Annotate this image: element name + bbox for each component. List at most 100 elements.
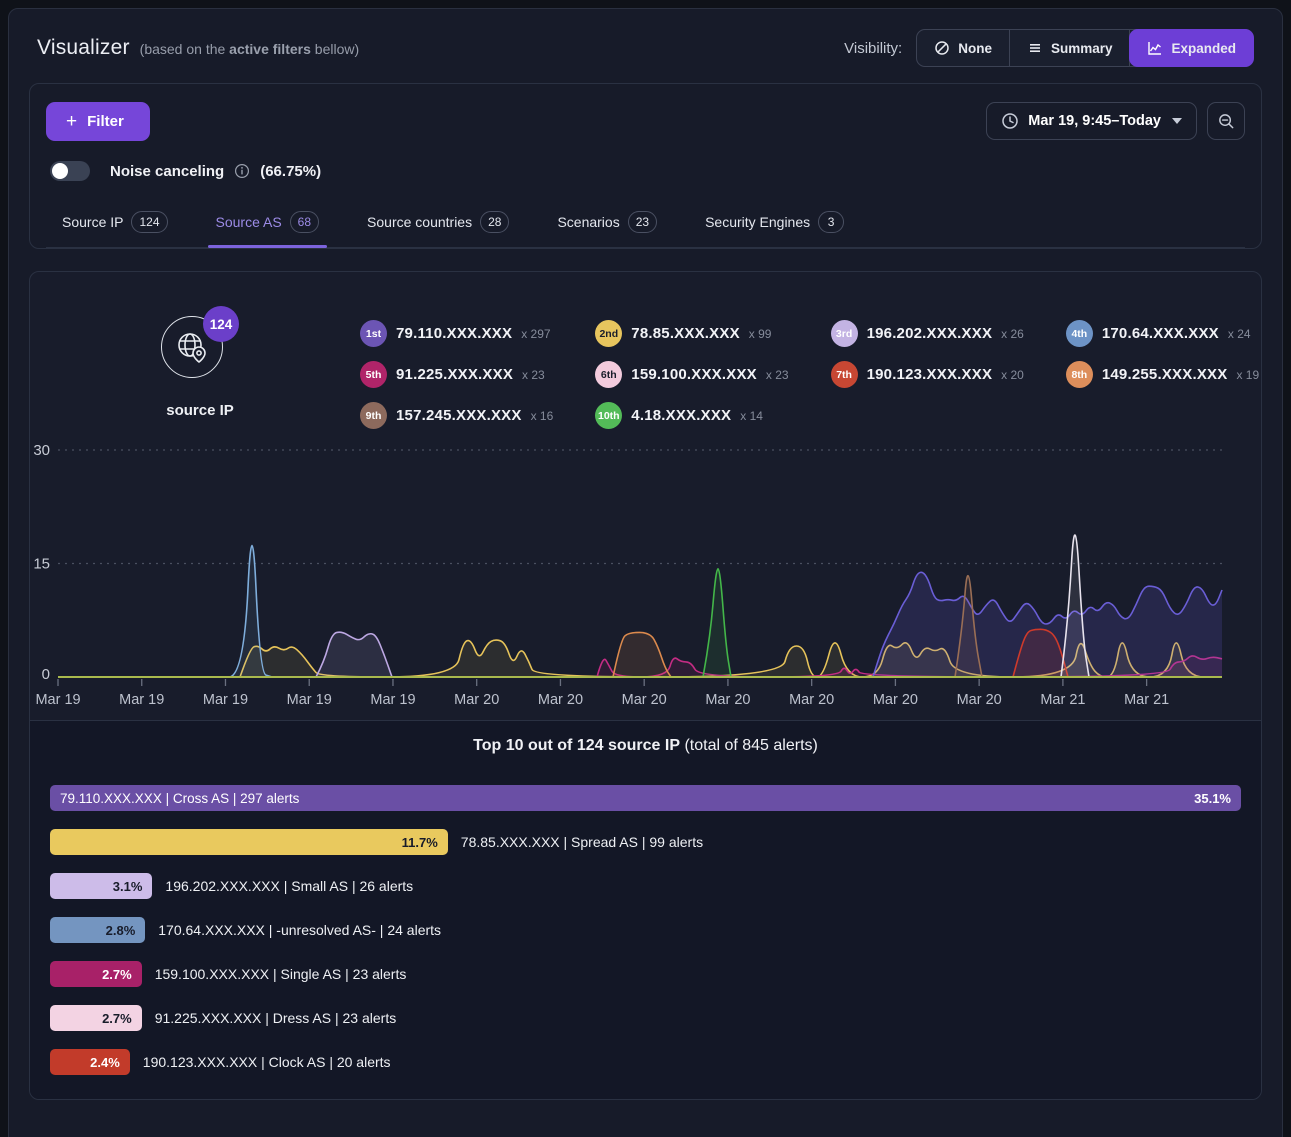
- date-range-button[interactable]: Mar 19, 9:45–Today: [986, 102, 1197, 140]
- bar-percentage: 3.1%: [113, 879, 143, 894]
- top10-bar-row: 3.1% 196.202.XXX.XXX | Small AS | 26 ale…: [50, 873, 1241, 899]
- bar-label-inside: 79.110.XXX.XXX | Cross AS | 297 alerts: [60, 791, 299, 806]
- zoom-out-button[interactable]: [1207, 102, 1245, 140]
- svg-text:Mar 20: Mar 20: [873, 692, 918, 708]
- bar-percentage: 2.7%: [102, 967, 132, 982]
- visibility-option-expanded[interactable]: Expanded: [1129, 29, 1254, 67]
- rank-badge: 6th: [595, 361, 622, 388]
- visualizer-panel: Visualizer (based on the active filters …: [8, 8, 1283, 1137]
- info-icon[interactable]: [234, 163, 250, 179]
- noise-canceling-toggle[interactable]: [50, 161, 90, 181]
- top-ip-legend-item[interactable]: 7th 190.123.XXX.XXX x 20: [831, 361, 1024, 388]
- tab-source-countries[interactable]: Source countries28: [365, 199, 511, 247]
- alerts-timeline-chart: 30150Mar 19Mar 19Mar 19Mar 19Mar 19Mar 2…: [30, 429, 1261, 720]
- add-filter-button[interactable]: + Filter: [46, 102, 150, 141]
- bar-label: 159.100.XXX.XXX | Single AS | 23 alerts: [155, 966, 407, 982]
- rank-badge: 5th: [360, 361, 387, 388]
- top10-bar-row: 2.7% 91.225.XXX.XXX | Dress AS | 23 aler…: [50, 1005, 1241, 1031]
- tab-count-badge: 124: [131, 211, 167, 233]
- svg-text:Mar 19: Mar 19: [35, 692, 80, 708]
- svg-text:Mar 19: Mar 19: [287, 692, 332, 708]
- clock-icon: [1001, 112, 1019, 130]
- alert-count: x 23: [766, 368, 789, 382]
- bar-label: 78.85.XXX.XXX | Spread AS | 99 alerts: [461, 834, 703, 850]
- top-ip-legend-item[interactable]: 6th 159.100.XXX.XXX x 23: [595, 361, 788, 388]
- svg-text:Mar 20: Mar 20: [622, 692, 667, 708]
- top10-title: Top 10 out of 124 source IP (total of 84…: [50, 737, 1241, 755]
- rank-badge: 1st: [360, 320, 387, 347]
- ip-address: 79.110.XXX.XXX: [396, 325, 512, 342]
- svg-text:Mar 21: Mar 21: [1040, 692, 1085, 708]
- svg-text:Mar 20: Mar 20: [705, 692, 750, 708]
- top-ip-legend-item[interactable]: 1st 79.110.XXX.XXX x 297: [360, 320, 553, 347]
- top-ip-legend-item[interactable]: 8th 149.255.XXX.XXX x 19: [1066, 361, 1259, 388]
- top10-bar: 2.7%: [50, 1005, 142, 1031]
- header: Visualizer (based on the active filters …: [29, 9, 1262, 83]
- rank-badge: 7th: [831, 361, 858, 388]
- top10-bar: 2.7%: [50, 961, 142, 987]
- tab-source-as[interactable]: Source AS68: [214, 199, 322, 247]
- ip-address: 196.202.XXX.XXX: [867, 325, 993, 342]
- top-ip-legend-item[interactable]: 9th 157.245.XXX.XXX x 16: [360, 402, 553, 429]
- rank-badge: 10th: [595, 402, 622, 429]
- svg-text:Mar 21: Mar 21: [1124, 692, 1169, 708]
- ip-address: 159.100.XXX.XXX: [631, 366, 757, 383]
- tab-scenarios[interactable]: Scenarios23: [555, 199, 659, 247]
- page-title: Visualizer: [37, 36, 130, 60]
- rank-badge: 4th: [1066, 320, 1093, 347]
- bar-label: 170.64.XXX.XXX | -unresolved AS- | 24 al…: [158, 922, 441, 938]
- alert-count: x 297: [521, 327, 550, 341]
- chevron-down-icon: [1172, 118, 1182, 124]
- top10-bar: 3.1%: [50, 873, 152, 899]
- alert-count: x 24: [1228, 327, 1251, 341]
- tab-count-badge: 23: [628, 211, 657, 233]
- entity-summary: 124 source IP: [40, 290, 360, 429]
- top10-bar-row: 11.7% 78.85.XXX.XXX | Spread AS | 99 ale…: [50, 829, 1241, 855]
- bar-label: 91.225.XXX.XXX | Dress AS | 23 alerts: [155, 1010, 397, 1026]
- top-ip-legend-item[interactable]: 2nd 78.85.XXX.XXX x 99: [595, 320, 788, 347]
- alert-count: x 23: [522, 368, 545, 382]
- top10-bar-row: 79.110.XXX.XXX | Cross AS | 297 alerts 3…: [50, 785, 1241, 811]
- svg-text:Mar 19: Mar 19: [119, 692, 164, 708]
- top-ip-legend-item[interactable]: 10th 4.18.XXX.XXX x 14: [595, 402, 788, 429]
- rank-badge: 8th: [1066, 361, 1093, 388]
- svg-text:30: 30: [33, 442, 50, 459]
- svg-text:Mar 20: Mar 20: [538, 692, 583, 708]
- visibility-option-summary[interactable]: Summary: [1010, 30, 1131, 66]
- bar-percentage: 2.8%: [106, 923, 136, 938]
- page-subtitle: (based on the active filters bellow): [140, 41, 359, 57]
- ip-address: 4.18.XXX.XXX: [631, 407, 731, 424]
- tab-source-ip[interactable]: Source IP124: [60, 199, 170, 247]
- bar-label: 190.123.XXX.XXX | Clock AS | 20 alerts: [143, 1054, 391, 1070]
- alert-count: x 20: [1001, 368, 1024, 382]
- bar-percentage: 2.7%: [102, 1011, 132, 1026]
- top10-bars: 79.110.XXX.XXX | Cross AS | 297 alerts 3…: [50, 767, 1241, 1075]
- tab-count-badge: 3: [818, 211, 844, 233]
- ip-address: 190.123.XXX.XXX: [867, 366, 993, 383]
- visibility-option-none[interactable]: None: [917, 30, 1010, 66]
- expanded-chart-icon: [1147, 40, 1163, 56]
- entity-label: source IP: [166, 402, 234, 419]
- alert-count: x 99: [749, 327, 772, 341]
- date-range-value: Mar 19, 9:45–Today: [1028, 113, 1161, 129]
- svg-text:Mar 20: Mar 20: [454, 692, 499, 708]
- chart-panel: 124 source IP 1st 79.110.XXX.XXX x 297 2…: [29, 271, 1262, 1100]
- tab-count-badge: 28: [480, 211, 509, 233]
- toggle-knob: [52, 163, 68, 179]
- alert-count: x 14: [740, 409, 763, 423]
- top-ip-legend-item[interactable]: 4th 170.64.XXX.XXX x 24: [1066, 320, 1259, 347]
- visibility-segmented-control: None Summary Expanded: [916, 29, 1254, 67]
- ip-address: 170.64.XXX.XXX: [1102, 325, 1219, 342]
- svg-text:15: 15: [33, 555, 50, 572]
- visibility-option-label: None: [958, 41, 992, 56]
- alert-count: x 16: [531, 409, 554, 423]
- top-ip-legend-item[interactable]: 5th 91.225.XXX.XXX x 23: [360, 361, 553, 388]
- filter-panel: + Filter Mar 19, 9:45–Today: [29, 83, 1262, 249]
- top-ip-legend-item[interactable]: 3rd 196.202.XXX.XXX x 26: [831, 320, 1024, 347]
- plus-icon: +: [66, 115, 77, 129]
- summary-icon: [1027, 40, 1043, 56]
- top10-bar: 11.7%: [50, 829, 448, 855]
- top10-bar-row: 2.4% 190.123.XXX.XXX | Clock AS | 20 ale…: [50, 1049, 1241, 1075]
- tab-security-engines[interactable]: Security Engines3: [703, 199, 846, 247]
- bar-percentage: 11.7%: [402, 835, 438, 850]
